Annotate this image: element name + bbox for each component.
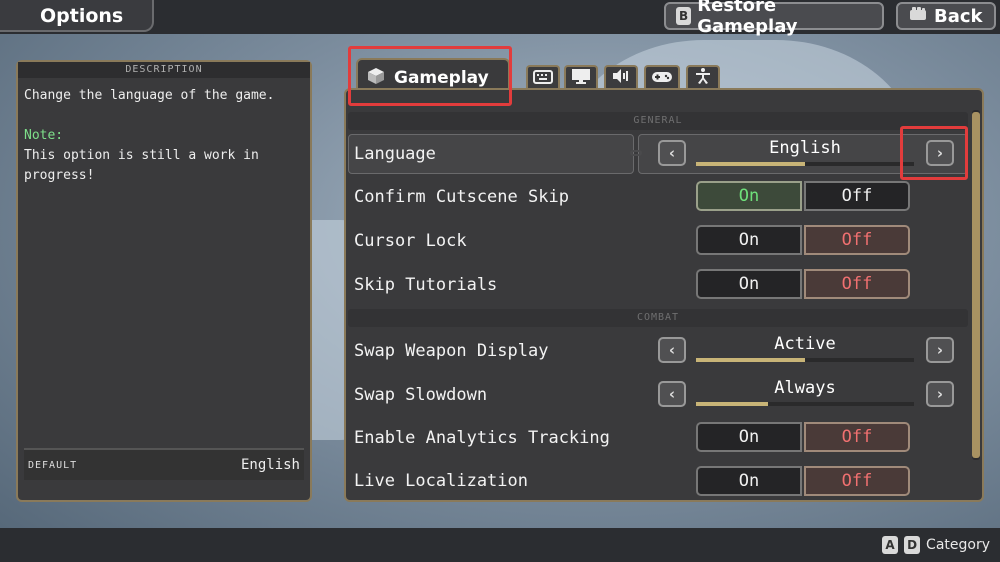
default-label: DEFAULT [28, 459, 78, 471]
swap-slowdown-next-button[interactable]: › [926, 381, 954, 407]
note-label: Note: [24, 128, 64, 143]
enable-analytics-toggle: On Off [696, 422, 912, 452]
language-prev-button[interactable]: ‹ [658, 140, 686, 166]
category-label: Category [926, 537, 990, 553]
live-localization-on[interactable]: On [696, 466, 802, 496]
swap-slowdown-progress-fill [696, 402, 768, 406]
key-b-icon: B [676, 7, 692, 25]
swap-slowdown-value: Always [774, 378, 836, 398]
confirm-cutscene-skip-toggle: On Off [696, 181, 912, 211]
page-title: Options [0, 0, 154, 32]
language-progress-track [696, 162, 914, 166]
restore-gameplay-label: Restore Gameplay [697, 0, 798, 37]
bottom-bar [0, 528, 1000, 562]
key-d-icon: D [904, 536, 921, 554]
confirm-cutscene-skip-label: Confirm Cutscene Skip [354, 187, 569, 207]
tab-input[interactable] [644, 65, 680, 89]
language-progress-fill [696, 162, 805, 166]
restore-gameplay-button[interactable]: B Restore Gameplay [664, 0, 884, 37]
language-next-highlight [900, 126, 968, 180]
swap-weapon-progress-fill [696, 358, 805, 362]
confirm-cutscene-skip-off[interactable]: Off [804, 181, 910, 211]
back-label: Back [934, 5, 983, 27]
section-general: GENERAL [348, 112, 968, 130]
enable-analytics-label: Enable Analytics Tracking [354, 428, 610, 448]
back-icon [908, 6, 928, 27]
swap-weapon-progress-track [696, 358, 914, 362]
tab-audio[interactable] [604, 65, 638, 89]
language-label: Language [354, 144, 436, 164]
swap-weapon-value: Active [774, 334, 836, 354]
skip-tutorials-toggle: On Off [696, 269, 912, 299]
description-heading: DESCRIPTION [18, 62, 310, 78]
live-localization-toggle: On Off [696, 466, 912, 496]
swap-slowdown-progress-track [696, 402, 914, 406]
description-panel: DESCRIPTION Change the language of the g… [16, 60, 312, 502]
category-hint[interactable]: A D Category [882, 536, 990, 554]
skip-tutorials-on[interactable]: On [696, 269, 802, 299]
language-value: English [769, 138, 841, 158]
live-localization-label: Live Localization [354, 471, 528, 491]
swap-slowdown-prev-button[interactable]: ‹ [658, 381, 686, 407]
gameplay-tab-highlight [348, 46, 512, 106]
monitor-icon [571, 68, 591, 88]
back-button[interactable]: Back [896, 2, 996, 30]
tab-video[interactable] [564, 65, 598, 89]
default-row: DEFAULT English [24, 448, 304, 480]
skip-tutorials-off[interactable]: Off [804, 269, 910, 299]
key-a-icon: A [882, 536, 899, 554]
section-combat: COMBAT [348, 309, 968, 327]
speaker-icon [611, 68, 631, 88]
swap-weapon-prev-button[interactable]: ‹ [658, 337, 686, 363]
row-connector [630, 150, 642, 156]
tab-controls[interactable] [526, 65, 560, 89]
swap-weapon-display-label: Swap Weapon Display [354, 341, 549, 361]
note-text: This option is still a work in progress! [24, 148, 259, 183]
cursor-lock-on[interactable]: On [696, 225, 802, 255]
accessibility-icon [694, 67, 712, 89]
confirm-cutscene-skip-on[interactable]: On [696, 181, 802, 211]
keyboard-icon [533, 69, 553, 88]
scrollbar-thumb[interactable] [972, 112, 980, 458]
gamepad-icon [651, 69, 673, 88]
cursor-lock-label: Cursor Lock [354, 231, 467, 251]
live-localization-off[interactable]: Off [804, 466, 910, 496]
enable-analytics-off[interactable]: Off [804, 422, 910, 452]
settings-panel: GENERAL Language ‹ English › Confirm Cut… [344, 88, 984, 502]
swap-weapon-next-button[interactable]: › [926, 337, 954, 363]
skip-tutorials-label: Skip Tutorials [354, 275, 498, 295]
cursor-lock-toggle: On Off [696, 225, 912, 255]
enable-analytics-on[interactable]: On [696, 422, 802, 452]
tab-accessibility[interactable] [686, 65, 720, 89]
swap-slowdown-label: Swap Slowdown [354, 385, 488, 405]
default-value: English [240, 457, 300, 473]
description-text: Change the language of the game. [24, 88, 275, 103]
description-body: Change the language of the game. Note: T… [18, 78, 310, 194]
cursor-lock-off[interactable]: Off [804, 225, 910, 255]
